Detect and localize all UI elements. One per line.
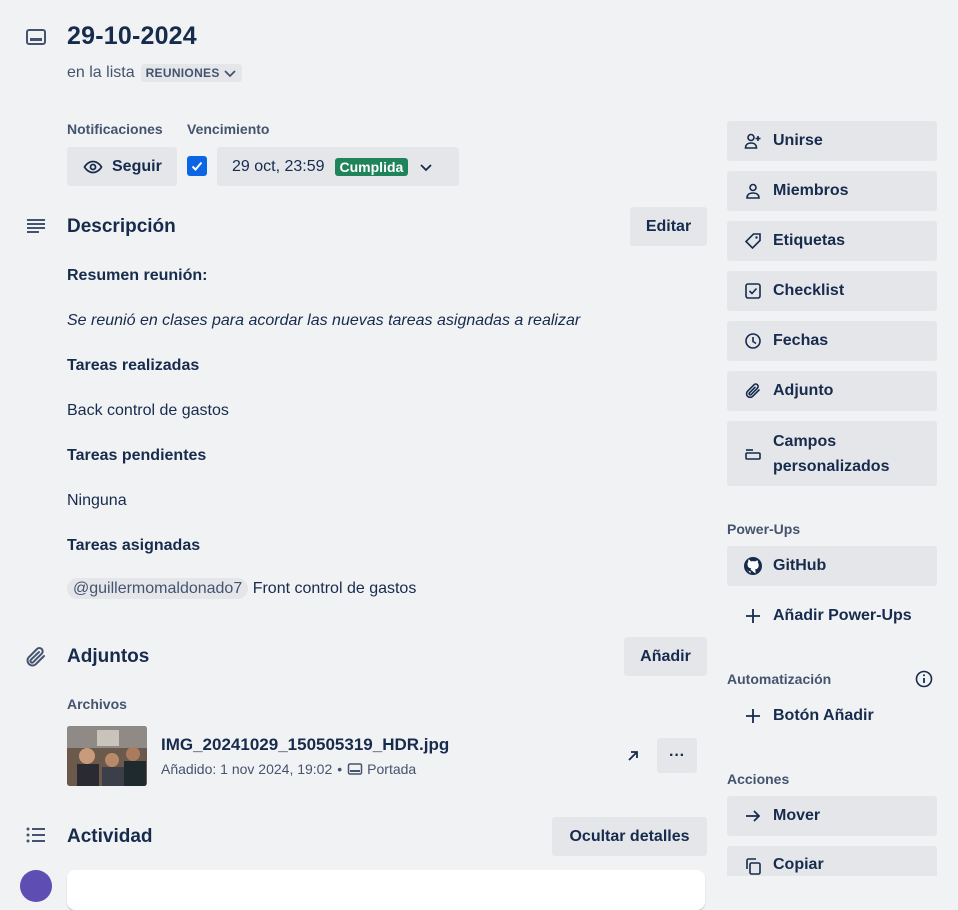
members-label: Miembros <box>773 182 849 199</box>
list-location: en la lista REUNIONES <box>67 64 242 82</box>
assigned-heading: Tareas asignadas <box>67 537 201 554</box>
labels-button[interactable]: Etiquetas <box>727 221 937 261</box>
description-icon <box>23 214 49 240</box>
check-icon <box>191 161 203 171</box>
description-title: Descripción <box>67 216 176 237</box>
paperclip-icon <box>23 644 49 670</box>
custom-fields-button[interactable]: Campos personalizados <box>727 421 937 486</box>
add-attachment-button[interactable]: Añadir <box>624 637 707 676</box>
attachment-added: Añadido: 1 nov 2024, 19:02 <box>161 761 333 777</box>
add-powerups-button[interactable]: Añadir Power-Ups <box>727 596 937 636</box>
checklist-icon <box>743 281 763 301</box>
arrow-right-icon <box>743 806 763 826</box>
plus-icon <box>743 606 763 626</box>
tag-icon <box>743 231 763 251</box>
card-icon <box>23 24 49 50</box>
automation-heading: Automatización <box>727 671 832 687</box>
checklist-label: Checklist <box>773 282 845 299</box>
activity-title: Actividad <box>67 826 153 847</box>
open-external-icon[interactable] <box>624 747 642 765</box>
github-icon <box>743 556 763 576</box>
edit-button[interactable]: Editar <box>630 207 707 246</box>
meta-separator: • <box>337 761 343 777</box>
copy-icon <box>743 856 763 876</box>
attachment-more-button[interactable]: ··· <box>657 738 697 773</box>
members-button[interactable]: Miembros <box>727 171 937 211</box>
checklist-button[interactable]: Checklist <box>727 271 937 311</box>
paperclip-icon <box>743 381 763 401</box>
assigned-line: @guillermomaldonado7 Front control de ga… <box>67 578 417 599</box>
comment-input[interactable] <box>67 870 705 910</box>
clock-icon <box>743 331 763 351</box>
plus-icon <box>743 706 763 726</box>
powerups-heading: Power-Ups <box>727 521 801 537</box>
summary-text: Se reunió en clases para acordar las nue… <box>67 312 581 329</box>
attachment-button[interactable]: Adjunto <box>727 371 937 411</box>
list-selector[interactable]: REUNIONES <box>140 64 242 82</box>
pending-heading: Tareas pendientes <box>67 447 207 464</box>
custom-fields-icon <box>743 444 763 464</box>
due-date: 29 oct, 23:59 <box>232 157 325 175</box>
github-button[interactable]: GitHub <box>727 546 937 586</box>
list-prefix: en la lista <box>67 64 135 81</box>
copy-button[interactable]: Copiar <box>727 846 937 876</box>
hide-details-button[interactable]: Ocultar detalles <box>552 817 707 856</box>
move-label: Mover <box>773 807 821 824</box>
dates-label: Fechas <box>773 332 829 349</box>
cover-button[interactable]: Portada <box>347 761 416 777</box>
done-text: Back control de gastos <box>67 402 229 419</box>
actions-heading: Acciones <box>727 771 790 787</box>
user-icon <box>743 181 763 201</box>
github-label: GitHub <box>773 557 827 574</box>
dates-button[interactable]: Fechas <box>727 321 937 361</box>
avatar <box>20 870 52 902</box>
attachment-thumbnail[interactable] <box>67 726 147 786</box>
join-button[interactable]: Unirse <box>727 121 937 161</box>
due-complete-checkbox[interactable] <box>187 156 207 176</box>
add-user-icon <box>743 131 763 151</box>
join-label: Unirse <box>773 132 823 149</box>
labels-label: Etiquetas <box>773 232 846 249</box>
card-icon <box>347 761 363 777</box>
assigned-text: Front control de gastos <box>252 580 417 597</box>
status-badge: Cumplida <box>334 157 409 176</box>
pending-text: Ninguna <box>67 492 127 509</box>
custom-fields-label-line1: Campos <box>773 432 837 450</box>
chevron-down-icon <box>223 66 237 80</box>
activity-icon <box>23 822 49 848</box>
attachment-name[interactable]: IMG_20241029_150505319_HDR.jpg <box>161 735 449 755</box>
files-label: Archivos <box>67 696 127 712</box>
info-icon[interactable] <box>915 670 933 688</box>
custom-fields-label: Campos personalizados <box>773 429 889 479</box>
add-powerups-label: Añadir Power-Ups <box>773 607 912 624</box>
done-heading: Tareas realizadas <box>67 357 200 374</box>
notifications-label: Notificaciones <box>67 121 163 137</box>
follow-label: Seguir <box>112 157 162 175</box>
due-date-button[interactable]: 29 oct, 23:59 Cumplida <box>217 147 459 186</box>
move-button[interactable]: Mover <box>727 796 937 836</box>
list-name: REUNIONES <box>145 66 220 80</box>
follow-button[interactable]: Seguir <box>67 147 177 186</box>
attachments-title: Adjuntos <box>67 646 150 667</box>
copy-label: Copiar <box>773 856 824 873</box>
custom-fields-label-line2: personalizados <box>773 457 890 475</box>
due-label: Vencimiento <box>187 121 270 137</box>
card-title: 29-10-2024 <box>67 22 197 50</box>
user-mention[interactable]: @guillermomaldonado7 <box>67 578 249 599</box>
add-automation-label: Botón Añadir <box>773 707 874 724</box>
eye-icon <box>83 157 103 177</box>
add-automation-button[interactable]: Botón Añadir <box>727 696 937 736</box>
cover-label: Portada <box>367 761 417 777</box>
attachment-meta: Añadido: 1 nov 2024, 19:02 • Portada <box>161 761 416 777</box>
chevron-down-icon <box>418 159 434 175</box>
attachment-label: Adjunto <box>773 382 834 399</box>
summary-heading: Resumen reunión: <box>67 267 208 284</box>
